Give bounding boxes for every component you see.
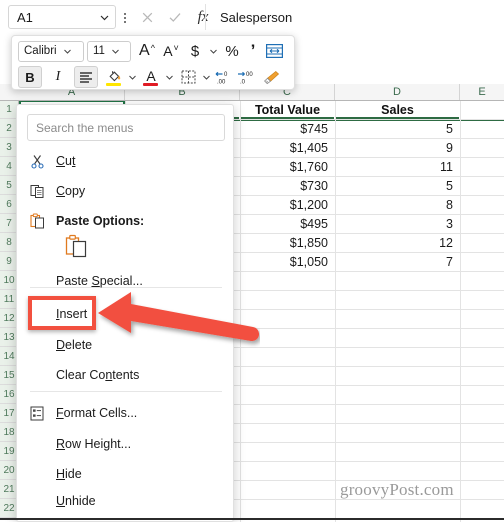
font-size-combo[interactable]: 11 — [87, 40, 131, 62]
bold-icon[interactable]: B — [18, 66, 42, 88]
menu-item-label: Hide — [56, 467, 82, 481]
cell-total-value[interactable]: $1,050 — [241, 253, 334, 272]
cell-total-value[interactable]: $745 — [241, 120, 334, 139]
name-box[interactable]: A1 — [8, 5, 116, 29]
increase-decimal-icon[interactable]: 00 .0 — [235, 66, 257, 88]
formula-bar: A1 fx Salesperson — [0, 0, 504, 34]
cell-sales[interactable]: 5 — [336, 120, 459, 139]
menu-item-hide[interactable]: Hide — [18, 460, 234, 488]
column-header-e[interactable]: E — [460, 84, 504, 100]
shrink-font-icon[interactable]: A ˅ — [159, 40, 183, 62]
percent-icon[interactable]: % — [220, 40, 244, 62]
cell-sales[interactable]: 3 — [336, 215, 459, 234]
menu-item-label: Paste Options: — [56, 214, 145, 228]
grow-font-icon[interactable]: A ^ — [135, 40, 159, 62]
menu-item-label: Delete — [56, 338, 93, 352]
borders-grid-icon[interactable] — [176, 66, 200, 88]
search-input[interactable]: Search the menus — [27, 114, 225, 141]
scissors-icon — [18, 154, 56, 169]
left-pointing-arrow-icon — [95, 288, 260, 348]
italic-icon[interactable]: I — [46, 66, 70, 88]
formula-bar-divider — [205, 4, 206, 30]
cell-total-value[interactable]: $730 — [241, 177, 334, 196]
cell-sales[interactable]: 7 — [336, 253, 459, 272]
formula-value: Salesperson — [220, 9, 293, 25]
search-placeholder: Search the menus — [36, 120, 134, 135]
svg-text:0: 0 — [224, 72, 228, 78]
paste-clipboard-icon[interactable] — [65, 234, 87, 263]
font-name-combo[interactable]: Calibri — [18, 40, 84, 62]
table-header-total-value[interactable]: Total Value — [241, 101, 334, 119]
menu-item-copy[interactable]: Copy — [18, 177, 234, 205]
clipboard-icon — [18, 213, 56, 229]
chevron-down-icon[interactable] — [163, 66, 176, 88]
menu-item-label: Row Height... — [56, 437, 132, 451]
chevron-down-icon[interactable] — [93, 12, 115, 23]
formula-bar-buttons: fx — [134, 5, 216, 29]
insert-highlight-box — [28, 296, 96, 330]
floating-mini-toolbar: Calibri 11 A ^ A ˅ $ % ’ B I A 0 .00 00 … — [11, 35, 295, 90]
paste-options-buttons — [17, 231, 233, 265]
table-header-sales[interactable]: Sales — [336, 101, 459, 119]
menu-item-label: Paste Special... — [56, 274, 143, 288]
font-name-value: Calibri — [24, 45, 57, 57]
format-painter-brush-icon[interactable] — [259, 66, 283, 88]
svg-text:00: 00 — [246, 72, 253, 78]
svg-text:.0: .0 — [240, 79, 246, 85]
chevron-down-icon[interactable] — [108, 47, 124, 56]
formula-input[interactable]: Salesperson — [212, 2, 504, 32]
close-x-icon[interactable] — [134, 5, 160, 29]
menu-item-format-cells[interactable]: Format Cells... — [18, 399, 234, 427]
menu-item-clear-contents[interactable]: Clear Contents — [18, 361, 234, 389]
cell-total-value[interactable]: $1,760 — [241, 158, 334, 177]
chevron-down-icon[interactable] — [60, 47, 76, 56]
more-options-icon[interactable] — [120, 9, 130, 27]
cell-sales[interactable]: 12 — [336, 234, 459, 253]
align-lines-icon[interactable] — [74, 66, 98, 88]
cell-sales[interactable]: 11 — [336, 158, 459, 177]
menu-item-label: Unhide — [56, 494, 96, 508]
decrease-decimal-icon[interactable]: 0 .00 — [213, 66, 235, 88]
cell-sales[interactable]: 9 — [336, 139, 459, 158]
cell-total-value[interactable]: $495 — [241, 215, 334, 234]
column-header-d[interactable]: D — [335, 84, 460, 100]
chevron-down-icon[interactable] — [207, 40, 220, 62]
mini-toolbar-row-1: Calibri 11 A ^ A ˅ $ % ’ — [18, 38, 286, 64]
cell-sales[interactable]: 8 — [336, 196, 459, 215]
svg-text:.00: .00 — [217, 79, 226, 85]
copy-pages-icon — [18, 184, 56, 199]
menu-divider — [30, 391, 222, 392]
watermark: groovyPost.com — [340, 480, 454, 499]
menu-item-cut[interactable]: Cut — [18, 147, 234, 175]
chevron-down-icon[interactable] — [200, 66, 213, 88]
window-bottom-border — [0, 518, 504, 520]
chevron-down-icon[interactable] — [126, 66, 139, 88]
cell-total-value[interactable]: $1,850 — [241, 234, 334, 253]
merge-cells-icon[interactable] — [262, 40, 286, 62]
menu-item-row-height[interactable]: Row Height... — [18, 430, 234, 458]
cell-total-value[interactable]: $1,405 — [241, 139, 334, 158]
cell-sales[interactable]: 5 — [336, 177, 459, 196]
format-cells-icon — [18, 406, 56, 421]
fill-color-bucket-icon[interactable] — [102, 66, 126, 88]
excel-window: A1 fx Salesperson A B C D E 1 2 3 4 5 6 … — [0, 0, 504, 522]
font-size-value: 11 — [93, 45, 105, 57]
checkmark-icon[interactable] — [162, 5, 188, 29]
menu-item-label: Copy — [56, 184, 86, 198]
cell-total-value[interactable]: $1,200 — [241, 196, 334, 215]
dollar-sign-icon[interactable]: $ — [183, 40, 207, 62]
menu-item-label: Format Cells... — [56, 406, 138, 420]
comma-icon[interactable]: ’ — [244, 40, 262, 62]
menu-item-unhide[interactable]: Unhide — [18, 487, 234, 515]
menu-item-label: Cut — [56, 154, 76, 168]
name-box-value: A1 — [17, 9, 33, 25]
menu-item-label: Clear Contents — [56, 368, 140, 382]
grid-line-vertical — [460, 101, 461, 522]
font-color-icon[interactable]: A — [139, 66, 163, 88]
mini-toolbar-row-2: B I A 0 .00 00 .0 — [18, 64, 283, 90]
